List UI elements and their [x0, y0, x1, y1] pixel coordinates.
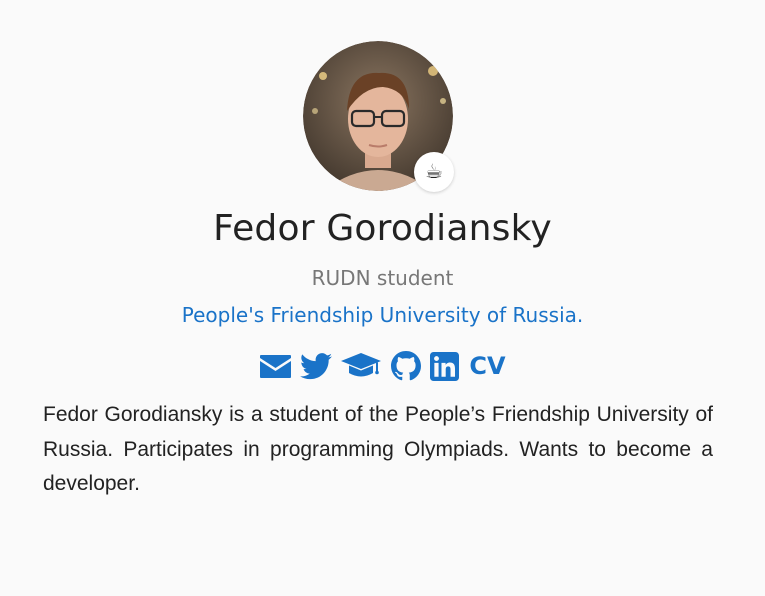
- scholar-link[interactable]: [340, 348, 382, 384]
- github-icon: [391, 351, 422, 381]
- linkedin-link[interactable]: [430, 348, 460, 384]
- profile-role: RUDN student: [311, 266, 454, 290]
- status-badge: ☕: [414, 152, 454, 192]
- profile-organization: People's Friendship University of Russia…: [0, 303, 765, 327]
- profile-bio: Fedor Gorodiansky is a student of the Pe…: [43, 403, 713, 495]
- social-links: CV: [0, 348, 765, 384]
- profile-name: Fedor Gorodiansky: [213, 208, 552, 249]
- twitter-link[interactable]: [300, 348, 333, 384]
- linkedin-icon: [430, 351, 460, 381]
- coffee-icon: ☕: [425, 161, 443, 183]
- cv-link[interactable]: CV: [469, 348, 505, 384]
- graduation-cap-icon: [341, 353, 382, 377]
- envelope-icon: [260, 355, 292, 378]
- github-link[interactable]: [390, 348, 422, 384]
- profile-page: ☕ Fedor Gorodiansky RUDN student People'…: [0, 0, 765, 596]
- twitter-icon: [300, 352, 333, 379]
- organization-link[interactable]: People's Friendship University of Russia…: [182, 303, 584, 327]
- avatar-container: ☕: [303, 41, 454, 192]
- email-link[interactable]: [259, 348, 292, 384]
